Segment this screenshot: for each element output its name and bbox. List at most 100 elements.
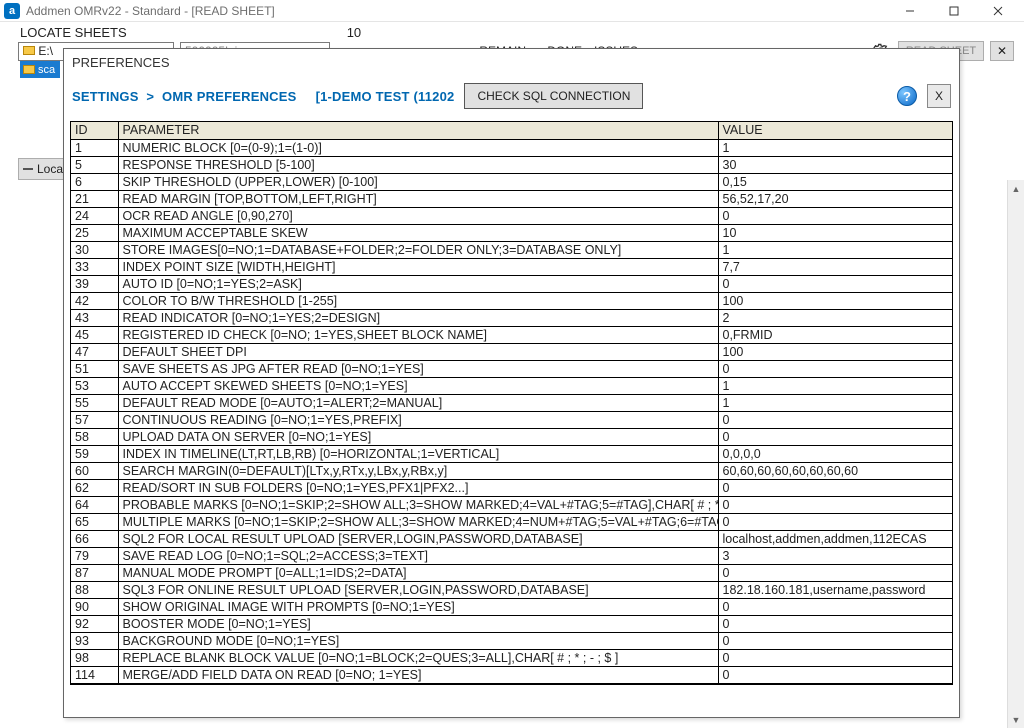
table-row[interactable]: 47DEFAULT SHEET DPI100 [71, 343, 953, 360]
cell-parameter[interactable]: SHOW ORIGINAL IMAGE WITH PROMPTS [0=NO;1… [118, 598, 718, 615]
breadcrumb-settings[interactable]: SETTINGS [72, 89, 139, 104]
cell-id[interactable]: 21 [71, 190, 118, 207]
cell-value[interactable]: 10 [718, 224, 953, 241]
cell-value[interactable]: 0 [718, 649, 953, 666]
cell-parameter[interactable]: MANUAL MODE PROMPT [0=ALL;1=IDS;2=DATA] [118, 564, 718, 581]
breadcrumb-omr-preferences[interactable]: OMR PREFERENCES [162, 89, 296, 104]
table-row[interactable]: 92BOOSTER MODE [0=NO;1=YES]0 [71, 615, 953, 632]
table-row[interactable]: 59INDEX IN TIMELINE(LT,RT,LB,RB) [0=HORI… [71, 445, 953, 462]
table-row[interactable]: 39AUTO ID [0=NO;1=YES;2=ASK]0 [71, 275, 953, 292]
cell-parameter[interactable]: MAXIMUM ACCEPTABLE SKEW [118, 224, 718, 241]
cell-parameter[interactable]: RESPONSE THRESHOLD [5-100] [118, 156, 718, 173]
cell-value[interactable]: 0,0,0,0 [718, 445, 953, 462]
cell-value[interactable]: 0 [718, 598, 953, 615]
table-row[interactable]: 33INDEX POINT SIZE [WIDTH,HEIGHT]7,7 [71, 258, 953, 275]
cell-value[interactable]: 0 [718, 496, 953, 513]
cell-parameter[interactable]: PROBABLE MARKS [0=NO;1=SKIP;2=SHOW ALL;3… [118, 496, 718, 513]
table-row[interactable]: 25MAXIMUM ACCEPTABLE SKEW10 [71, 224, 953, 241]
cell-parameter[interactable]: READ INDICATOR [0=NO;1=YES;2=DESIGN] [118, 309, 718, 326]
cell-value[interactable]: 0 [718, 479, 953, 496]
cell-value[interactable]: 0 [718, 632, 953, 649]
scroll-up-icon[interactable]: ▲ [1008, 180, 1024, 197]
cell-value[interactable]: 0 [718, 513, 953, 530]
table-row[interactable]: 87MANUAL MODE PROMPT [0=ALL;1=IDS;2=DATA… [71, 564, 953, 581]
cell-id[interactable]: 24 [71, 207, 118, 224]
cell-parameter[interactable]: READ MARGIN [TOP,BOTTOM,LEFT,RIGHT] [118, 190, 718, 207]
cell-parameter[interactable]: UPLOAD DATA ON SERVER [0=NO;1=YES] [118, 428, 718, 445]
window-minimize-button[interactable] [888, 0, 932, 22]
cell-parameter[interactable]: SQL3 FOR ONLINE RESULT UPLOAD [SERVER,LO… [118, 581, 718, 598]
table-row[interactable]: 58UPLOAD DATA ON SERVER [0=NO;1=YES]0 [71, 428, 953, 445]
table-row[interactable]: 5RESPONSE THRESHOLD [5-100]30 [71, 156, 953, 173]
table-row[interactable]: 45REGISTERED ID CHECK [0=NO; 1=YES,SHEET… [71, 326, 953, 343]
cell-value[interactable]: 0 [718, 564, 953, 581]
cell-parameter[interactable]: DEFAULT READ MODE [0=AUTO;1=ALERT;2=MANU… [118, 394, 718, 411]
cell-id[interactable]: 92 [71, 615, 118, 632]
cell-id[interactable]: 53 [71, 377, 118, 394]
cell-parameter[interactable]: OCR READ ANGLE [0,90,270] [118, 207, 718, 224]
cell-id[interactable]: 87 [71, 564, 118, 581]
table-row[interactable]: 64PROBABLE MARKS [0=NO;1=SKIP;2=SHOW ALL… [71, 496, 953, 513]
cell-value[interactable]: 7,7 [718, 258, 953, 275]
table-row[interactable]: 42COLOR TO B/W THRESHOLD [1-255]100 [71, 292, 953, 309]
dialog-close-button[interactable]: X [927, 84, 951, 108]
window-maximize-button[interactable] [932, 0, 976, 22]
cell-value[interactable]: 0 [718, 360, 953, 377]
table-row[interactable]: 51SAVE SHEETS AS JPG AFTER READ [0=NO;1=… [71, 360, 953, 377]
cell-parameter[interactable]: AUTO ACCEPT SKEWED SHEETS [0=NO;1=YES] [118, 377, 718, 394]
cell-id[interactable]: 64 [71, 496, 118, 513]
cell-value[interactable]: 182.18.160.181,username,password [718, 581, 953, 598]
table-row[interactable]: 88SQL3 FOR ONLINE RESULT UPLOAD [SERVER,… [71, 581, 953, 598]
cell-value[interactable]: 0 [718, 666, 953, 683]
table-row[interactable]: 65MULTIPLE MARKS [0=NO;1=SKIP;2=SHOW ALL… [71, 513, 953, 530]
table-row[interactable]: 79SAVE READ LOG [0=NO;1=SQL;2=ACCESS;3=T… [71, 547, 953, 564]
cell-value[interactable]: 1 [718, 377, 953, 394]
cell-id[interactable]: 39 [71, 275, 118, 292]
cell-value[interactable]: 0 [718, 275, 953, 292]
table-row[interactable]: 114MERGE/ADD FIELD DATA ON READ [0=NO; 1… [71, 666, 953, 683]
cell-id[interactable]: 51 [71, 360, 118, 377]
table-row[interactable]: 57CONTINUOUS READING [0=NO;1=YES,PREFIX]… [71, 411, 953, 428]
cell-parameter[interactable]: STORE IMAGES[0=NO;1=DATABASE+FOLDER;2=FO… [118, 241, 718, 258]
cell-value[interactable]: 0 [718, 411, 953, 428]
cell-parameter[interactable]: REPLACE BLANK BLOCK VALUE [0=NO;1=BLOCK;… [118, 649, 718, 666]
table-row[interactable]: 1NUMERIC BLOCK [0=(0-9);1=(1-0)]1 [71, 139, 953, 156]
cell-value[interactable]: 3 [718, 547, 953, 564]
col-parameter[interactable]: PARAMETER [118, 122, 718, 139]
cell-id[interactable]: 58 [71, 428, 118, 445]
cell-value[interactable]: 1 [718, 139, 953, 156]
cell-id[interactable]: 88 [71, 581, 118, 598]
cell-id[interactable]: 1 [71, 139, 118, 156]
table-row[interactable]: 30STORE IMAGES[0=NO;1=DATABASE+FOLDER;2=… [71, 241, 953, 258]
cell-value[interactable]: localhost,addmen,addmen,112ECAS [718, 530, 953, 547]
cell-id[interactable]: 59 [71, 445, 118, 462]
cell-value[interactable]: 0 [718, 207, 953, 224]
table-row[interactable]: 62READ/SORT IN SUB FOLDERS [0=NO;1=YES,P… [71, 479, 953, 496]
table-row[interactable]: 21READ MARGIN [TOP,BOTTOM,LEFT,RIGHT]56,… [71, 190, 953, 207]
check-sql-connection-button[interactable]: CHECK SQL CONNECTION [464, 83, 643, 109]
cell-id[interactable]: 79 [71, 547, 118, 564]
window-close-button[interactable] [976, 0, 1020, 22]
table-row[interactable]: 66SQL2 FOR LOCAL RESULT UPLOAD [SERVER,L… [71, 530, 953, 547]
cell-id[interactable]: 90 [71, 598, 118, 615]
cell-id[interactable]: 45 [71, 326, 118, 343]
cell-parameter[interactable]: SKIP THRESHOLD (UPPER,LOWER) [0-100] [118, 173, 718, 190]
cell-id[interactable]: 47 [71, 343, 118, 360]
local-button[interactable]: Loca [18, 158, 68, 180]
cell-value[interactable]: 60,60,60,60,60,60,60,60 [718, 462, 953, 479]
cell-value[interactable]: 1 [718, 394, 953, 411]
cell-value[interactable]: 0,FRMID [718, 326, 953, 343]
cell-parameter[interactable]: SQL2 FOR LOCAL RESULT UPLOAD [SERVER,LOG… [118, 530, 718, 547]
cell-parameter[interactable]: BOOSTER MODE [0=NO;1=YES] [118, 615, 718, 632]
cell-id[interactable]: 6 [71, 173, 118, 190]
table-row[interactable]: 55DEFAULT READ MODE [0=AUTO;1=ALERT;2=MA… [71, 394, 953, 411]
cell-parameter[interactable]: INDEX POINT SIZE [WIDTH,HEIGHT] [118, 258, 718, 275]
cell-parameter[interactable]: COLOR TO B/W THRESHOLD [1-255] [118, 292, 718, 309]
cell-parameter[interactable]: DEFAULT SHEET DPI [118, 343, 718, 360]
cell-parameter[interactable]: BACKGROUND MODE [0=NO;1=YES] [118, 632, 718, 649]
cell-value[interactable]: 0 [718, 615, 953, 632]
cell-parameter[interactable]: READ/SORT IN SUB FOLDERS [0=NO;1=YES,PFX… [118, 479, 718, 496]
table-row[interactable]: 98REPLACE BLANK BLOCK VALUE [0=NO;1=BLOC… [71, 649, 953, 666]
cell-value[interactable]: 0 [718, 428, 953, 445]
cell-id[interactable]: 55 [71, 394, 118, 411]
